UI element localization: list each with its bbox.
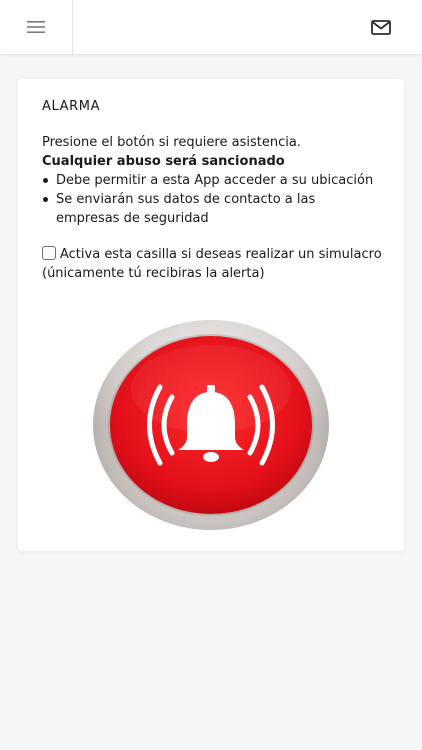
simulation-checkbox-label[interactable]: Activa esta casilla si deseas realizar u… [42, 247, 382, 281]
requirements-list: Debe permitir a esta App acceder a su ub… [42, 171, 382, 228]
simulation-option: Activa esta casilla si deseas realizar u… [42, 245, 387, 283]
card-title: ALARMA [42, 99, 101, 114]
alarm-card: ALARMA Presione el botón si requiere asi… [18, 79, 404, 551]
alarm-button[interactable] [92, 319, 330, 531]
simulation-checkbox[interactable] [42, 246, 56, 260]
bullet-dot [43, 197, 48, 202]
list-item: Se enviarán sus datos de contacto a las … [42, 190, 382, 228]
hamburger-menu-icon [27, 21, 45, 33]
envelope-icon [371, 19, 391, 35]
messages-button[interactable] [368, 14, 394, 40]
list-item: Debe permitir a esta App acceder a su ub… [42, 171, 382, 190]
top-app-bar [0, 0, 422, 55]
list-item-text: Se enviarán sus datos de contacto a las … [56, 192, 316, 226]
list-item-text: Debe permitir a esta App acceder a su ub… [56, 173, 374, 188]
bullet-dot [43, 178, 48, 183]
instruction-text: Presione el botón si requiere asistencia… [42, 135, 301, 150]
alarm-button-graphic [93, 320, 329, 530]
menu-button[interactable] [0, 0, 73, 54]
abuse-warning-text: Cualquier abuso será sancionado [42, 154, 285, 169]
